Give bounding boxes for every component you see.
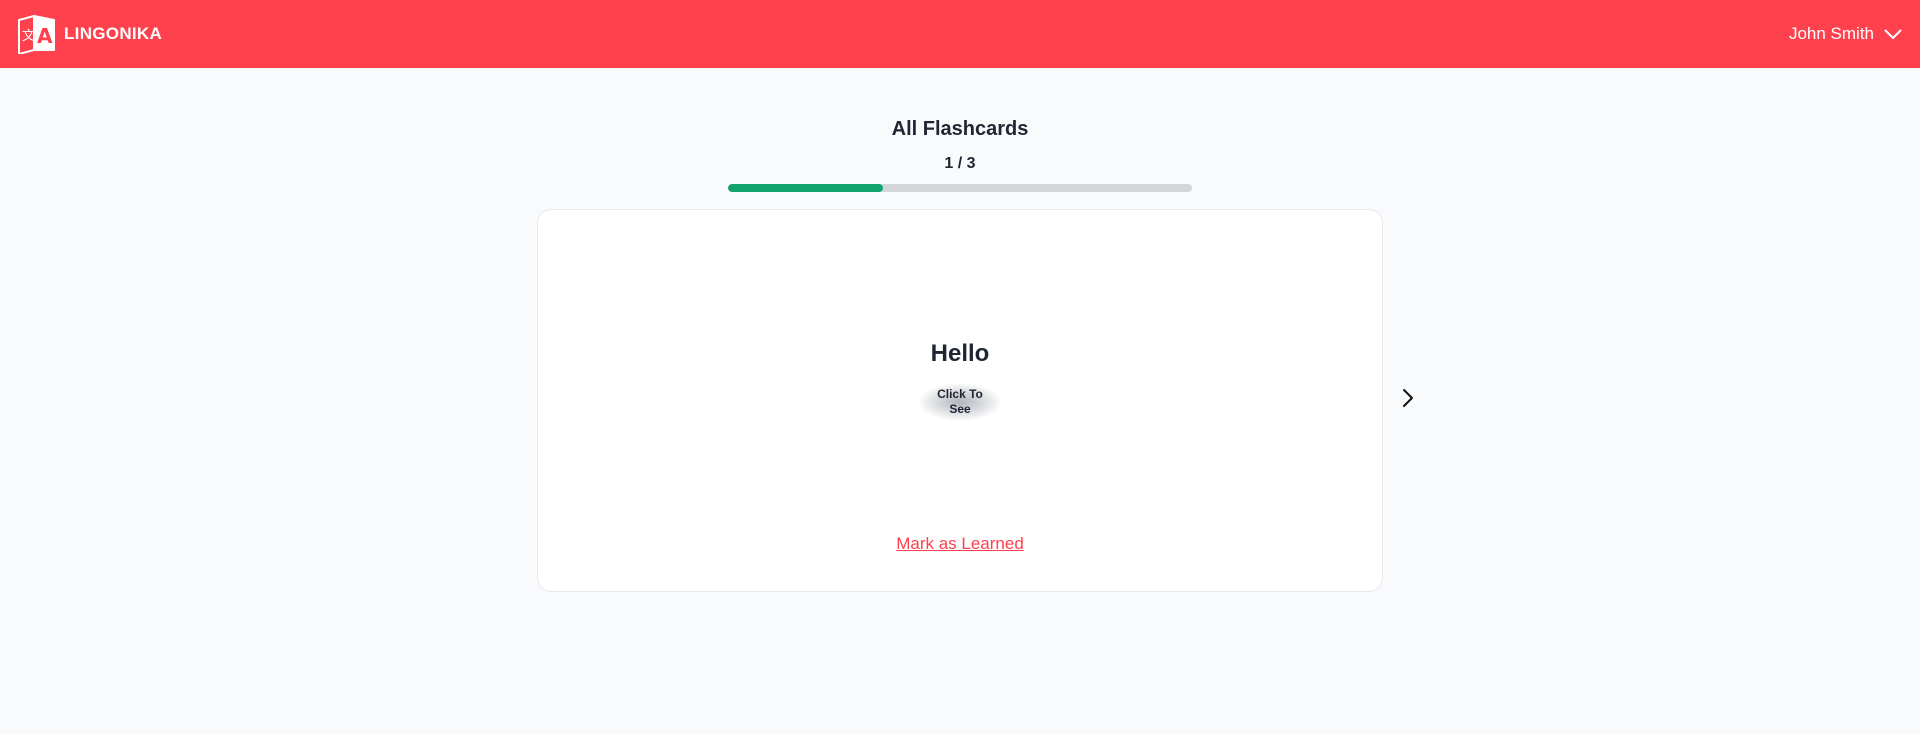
svg-text:文: 文 [22,29,35,44]
next-card-button[interactable] [1398,386,1418,410]
mark-as-learned-link[interactable]: Mark as Learned [538,534,1382,554]
chevron-right-icon [1403,389,1413,407]
user-menu[interactable]: John Smith [1789,24,1902,44]
page-title: All Flashcards [891,118,1029,140]
flashcard-word: Hello [930,340,990,367]
chevron-down-icon [1884,29,1902,39]
click-to-see-button[interactable]: Click To See [920,384,1000,420]
svg-text:A: A [37,24,53,48]
flashcard[interactable]: Hello Click To See Mark as Learned [537,209,1383,592]
brand-home-link[interactable]: 文 A LINGONIKA [17,14,162,54]
flashcards-page: All Flashcards 1 / 3 Hello Click To See … [0,68,1920,735]
user-name: John Smith [1788,24,1874,43]
card-counter: 1 / 3 [944,155,976,172]
translate-book-icon: 文 A [18,15,55,54]
progress-fill [728,184,883,192]
progress-bar [728,184,1192,192]
top-navbar: 文 A LINGONIKA John Smith [0,0,1920,68]
brand-name: LINGONIKA [64,24,163,43]
